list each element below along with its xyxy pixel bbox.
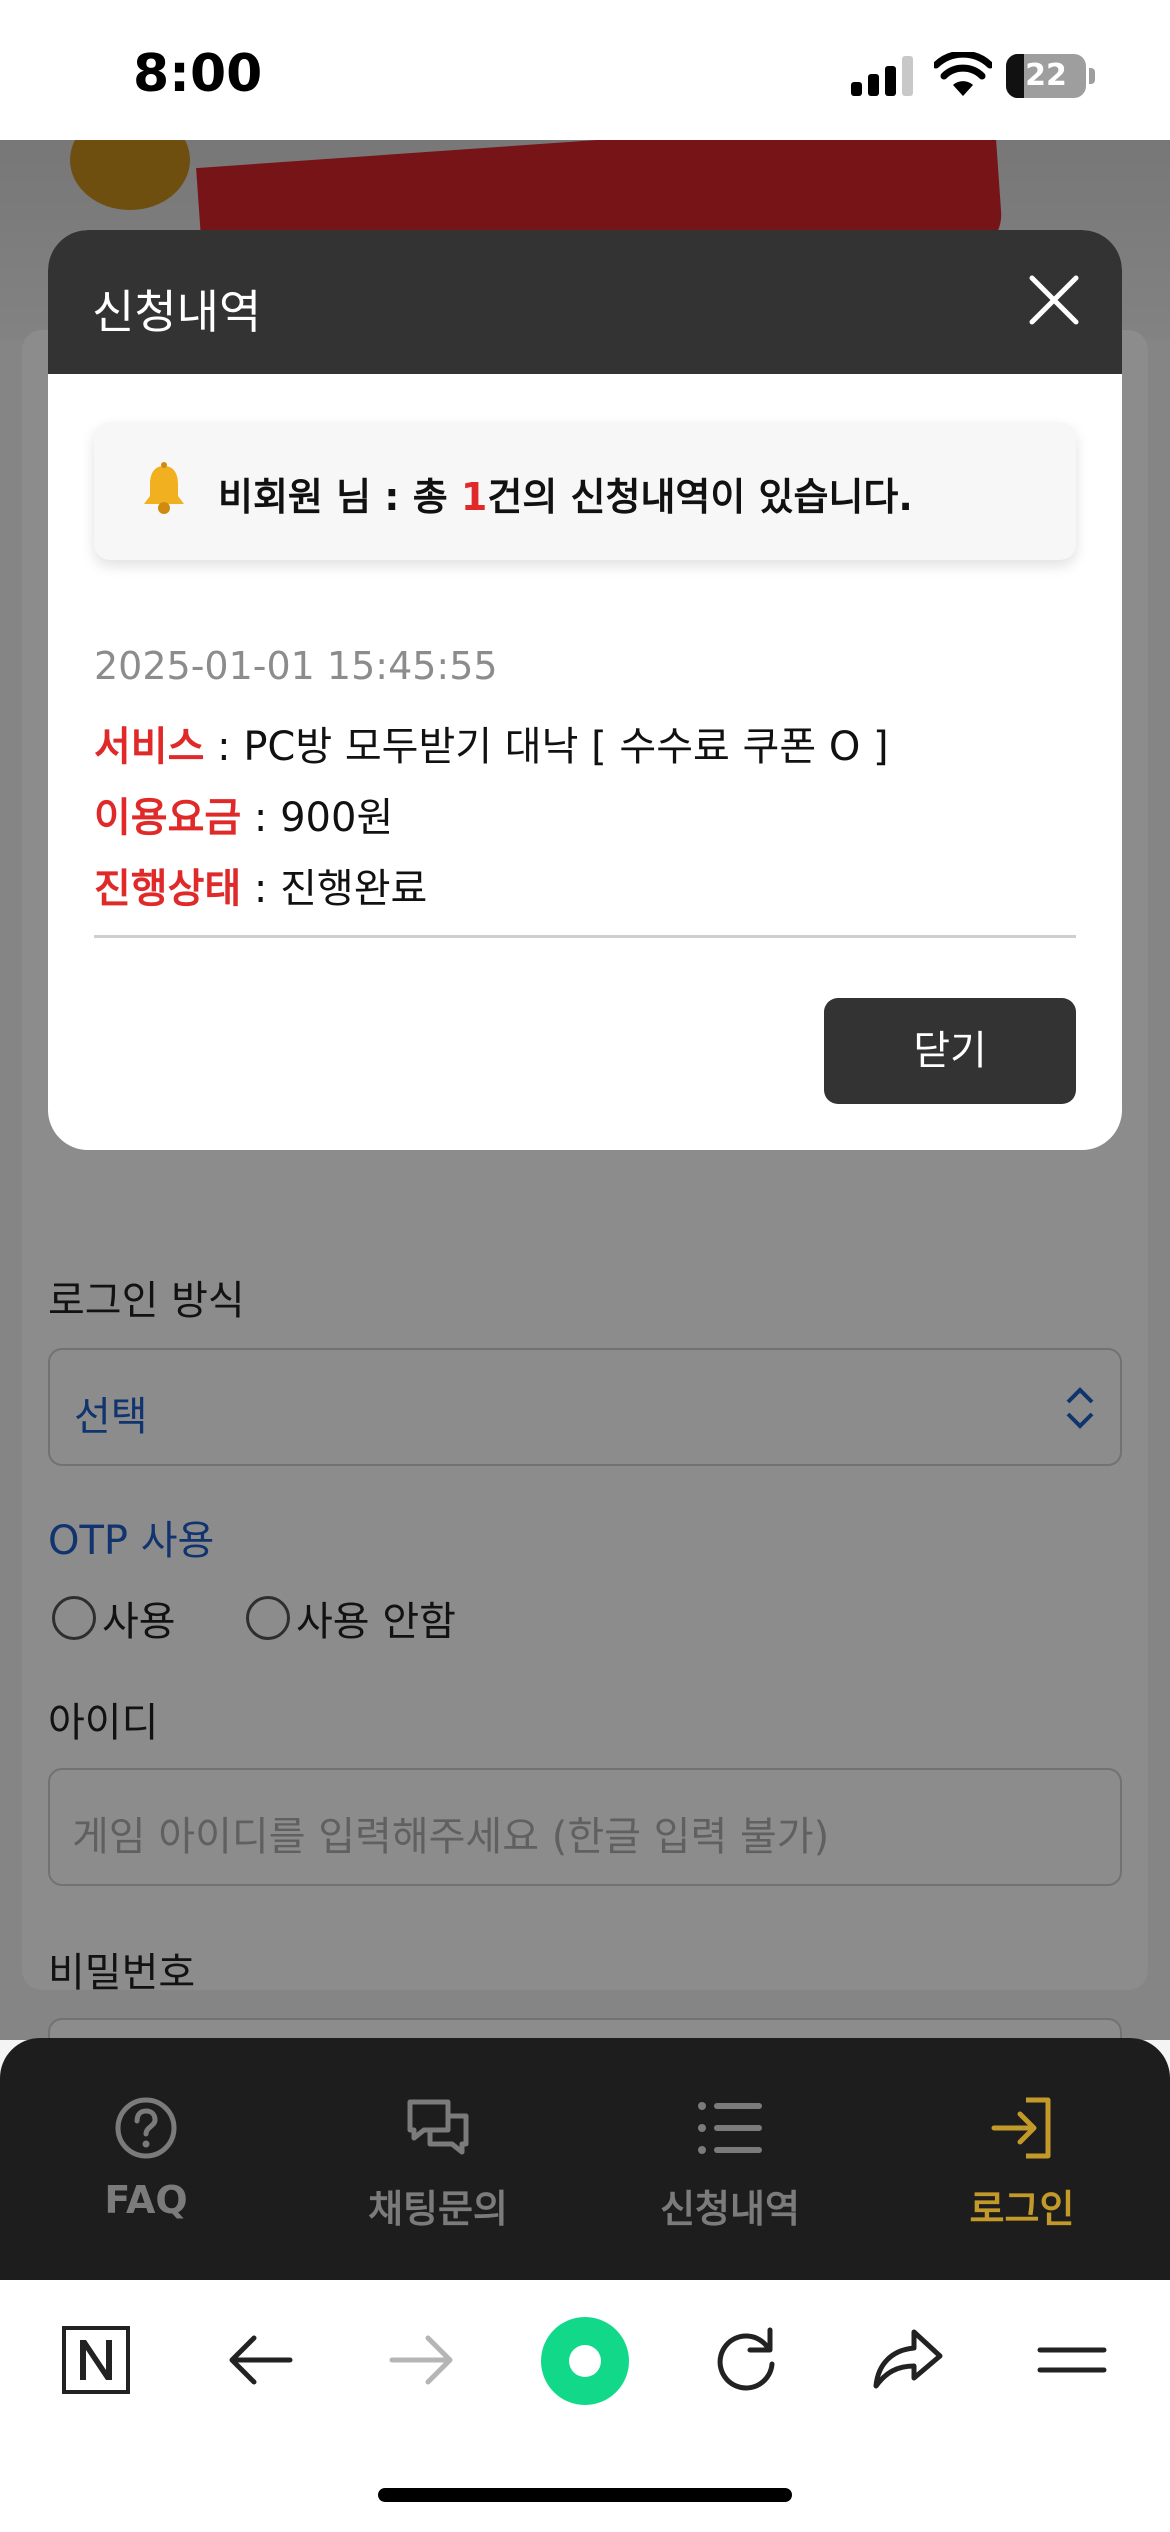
entry-service: 서비스 : PC방 모두받기 대낙 [ 수수료 쿠폰 O ] bbox=[94, 714, 889, 772]
close-button[interactable]: 닫기 bbox=[824, 998, 1076, 1104]
login-icon bbox=[991, 2097, 1051, 2159]
bell-icon bbox=[144, 462, 184, 514]
tab-history[interactable]: 신청내역 bbox=[584, 2038, 876, 2280]
entry-status: 진행상태 : 진행완료 bbox=[94, 856, 427, 914]
battery-level: 22 bbox=[1025, 58, 1067, 93]
forward-arrow-icon[interactable] bbox=[382, 2320, 462, 2400]
tab-faq[interactable]: FAQ bbox=[0, 2038, 292, 2280]
green-dot-icon[interactable] bbox=[538, 2314, 632, 2408]
reload-icon[interactable] bbox=[706, 2320, 786, 2400]
share-icon[interactable] bbox=[868, 2320, 948, 2400]
cellular-signal-icon bbox=[851, 56, 915, 96]
tab-login[interactable]: 로그인 bbox=[876, 2038, 1168, 2280]
close-icon[interactable] bbox=[1026, 272, 1082, 328]
modal-title: 신청내역 bbox=[92, 285, 262, 339]
history-modal: 신청내역 비회원 님 : 총 1건의 신청내역이 있습니다. 2025-01-0… bbox=[48, 230, 1122, 1150]
notice-suffix: 건의 신청내역이 있습니다. bbox=[487, 475, 913, 519]
modal-header: 신청내역 bbox=[48, 230, 1122, 374]
status-key: 진행상태 bbox=[94, 866, 242, 912]
naver-n-icon[interactable] bbox=[56, 2320, 136, 2400]
fee-key: 이용요금 bbox=[94, 795, 242, 841]
notice-text: 비회원 님 : 총 1건의 신청내역이 있습니다. bbox=[218, 466, 913, 521]
fee-value: : 900원 bbox=[241, 795, 394, 841]
service-key: 서비스 bbox=[94, 724, 205, 770]
home-indicator[interactable] bbox=[378, 2488, 792, 2502]
notice-box: 비회원 님 : 총 1건의 신청내역이 있습니다. bbox=[94, 422, 1076, 560]
entry-fee: 이용요금 : 900원 bbox=[94, 785, 393, 843]
notice-prefix: 비회원 님 : 총 bbox=[218, 475, 461, 519]
wifi-icon bbox=[934, 52, 992, 96]
chat-bubbles-icon bbox=[407, 2099, 469, 2155]
status-value: : 진행완료 bbox=[241, 866, 428, 912]
tab-chat[interactable]: 채팅문의 bbox=[292, 2038, 584, 2280]
status-time: 8:00 bbox=[133, 44, 263, 104]
notice-count: 1 bbox=[460, 475, 488, 519]
service-value: : PC방 모두받기 대낙 [ 수수료 쿠폰 O ] bbox=[204, 724, 889, 770]
question-circle-icon bbox=[115, 2097, 177, 2159]
entry-date: 2025-01-01 15:45:55 bbox=[94, 644, 498, 688]
bottom-tab-bar: FAQ 채팅문의 신청내역 로그인 bbox=[0, 2038, 1170, 2280]
back-arrow-icon[interactable] bbox=[220, 2320, 300, 2400]
menu-icon[interactable] bbox=[1032, 2320, 1112, 2400]
tab-chat-label: 채팅문의 bbox=[368, 2187, 508, 2231]
list-icon bbox=[698, 2102, 762, 2154]
divider bbox=[94, 935, 1076, 938]
battery-tip bbox=[1089, 68, 1095, 84]
tab-login-label: 로그인 bbox=[969, 2187, 1075, 2231]
status-bar: 8:00 22 bbox=[0, 0, 1170, 140]
battery-icon: 22 bbox=[1006, 54, 1086, 98]
tab-history-label: 신청내역 bbox=[660, 2187, 800, 2231]
tab-faq-label: FAQ bbox=[104, 2178, 188, 2222]
